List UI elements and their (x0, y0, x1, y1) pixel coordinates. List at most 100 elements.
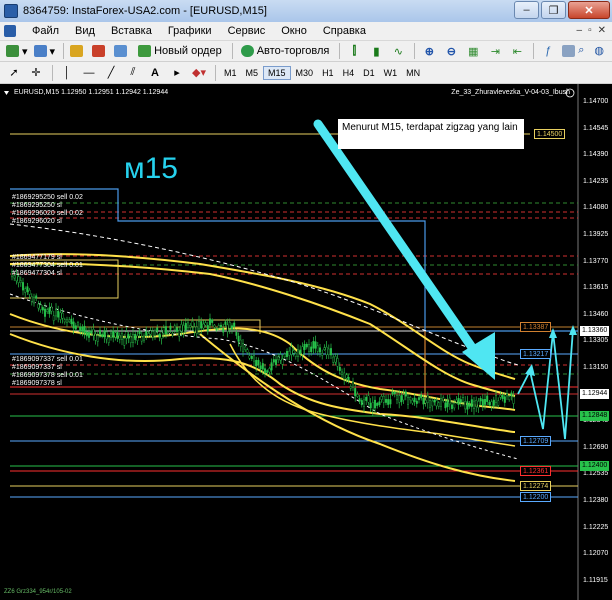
document-icon[interactable] (4, 25, 16, 37)
horizontal-line-button[interactable]: — (79, 64, 99, 82)
price-label-12361: 1.12361 (520, 466, 552, 476)
autotrading-icon (240, 45, 254, 57)
menu-window[interactable]: Окно (273, 25, 315, 37)
price-axis-label: 1.12690 (583, 443, 609, 451)
band-upper-inner (9, 262, 516, 397)
toolbar-separator (533, 43, 535, 59)
candle-body (378, 401, 381, 406)
candle-body (215, 328, 218, 331)
candle-body (422, 398, 425, 405)
candle-body (164, 326, 167, 335)
terminal-button[interactable] (112, 42, 132, 60)
candlestick-icon: ▮ (373, 45, 380, 58)
price-axis-label: 1.12380 (583, 497, 609, 504)
autoscroll-icon: ⇥ (490, 45, 500, 58)
candle-body (382, 395, 385, 403)
menu-view[interactable]: Вид (67, 25, 103, 37)
tf-m15[interactable]: M15 (263, 65, 291, 80)
candle-body (90, 330, 93, 334)
line-chart-icon: ∿ (393, 45, 403, 58)
tile-windows-button[interactable]: ▦ (463, 42, 483, 60)
autoscroll-button[interactable]: ⇥ (485, 42, 505, 60)
line-chart-button[interactable]: ∿ (388, 42, 408, 60)
candle-body (453, 402, 456, 409)
crosshair-button[interactable]: ✛ (26, 64, 46, 82)
candle-body (380, 396, 383, 400)
menu-file[interactable]: Файл (24, 25, 67, 37)
channel-button[interactable]: ⫽ (123, 64, 143, 82)
trendline-button[interactable]: ╱ (101, 64, 121, 82)
chart-dropdown-icon[interactable] (4, 91, 9, 95)
maximize-button[interactable]: ❐ (541, 1, 566, 19)
navigator-button[interactable] (90, 42, 110, 60)
candle-body (299, 349, 302, 354)
search-icon[interactable]: ⌕ (578, 44, 584, 57)
tf-m30[interactable]: M30 (292, 67, 318, 79)
candle-body (103, 330, 106, 338)
vertical-line-button[interactable]: │ (57, 64, 77, 82)
tf-h4[interactable]: H4 (339, 67, 359, 79)
candle-body (248, 355, 251, 359)
community-icon[interactable]: ◍ (594, 44, 604, 57)
candle-body (129, 336, 132, 343)
menu-insert[interactable]: Вставка (103, 25, 160, 37)
candle-body (448, 397, 451, 405)
candle-body (112, 330, 115, 338)
indicators-button[interactable]: ƒ (538, 42, 558, 60)
menu-charts[interactable]: Графики (160, 25, 220, 37)
price-label-13217: 1.13217 (520, 349, 552, 359)
chart-window[interactable]: EURUSD,M15 1.12950 1.12951 1.12942 1.129… (0, 84, 612, 600)
cursor-button[interactable]: ➚ (4, 64, 24, 82)
candlestick-button[interactable]: ▮ (366, 42, 386, 60)
candle-body (327, 348, 330, 355)
tf-m5[interactable]: M5 (242, 67, 263, 79)
tf-mn[interactable]: MN (402, 67, 424, 79)
candle-body (70, 318, 73, 325)
new-chart-button[interactable]: ▾ (4, 42, 30, 60)
candle-body (294, 353, 297, 357)
menu-tools[interactable]: Сервис (220, 25, 274, 37)
candle-body (334, 356, 337, 363)
candle-body (35, 295, 38, 299)
mdi-minimize-button[interactable]: – (577, 25, 583, 36)
projected-zigzag (517, 328, 574, 440)
candle-body (52, 315, 55, 321)
candle-body (149, 330, 152, 335)
minimize-button[interactable]: – (514, 1, 539, 19)
toolbar-separator (414, 43, 416, 59)
candle-body (429, 400, 432, 408)
candle-body (222, 328, 225, 333)
price-label-13360: 1.13360 (580, 326, 610, 336)
mdi-restore-button[interactable]: ▫ (588, 25, 592, 36)
menu-help[interactable]: Справка (315, 25, 374, 37)
candle-body (393, 391, 396, 395)
tf-h1[interactable]: H1 (318, 67, 338, 79)
mdi-close-button[interactable]: ✕ (598, 25, 606, 36)
new-order-button[interactable]: Новый ордер (134, 42, 226, 60)
chart-shift-button[interactable]: ⇤ (507, 42, 527, 60)
autotrading-button[interactable]: Авто-торговля (237, 42, 334, 60)
profiles-button[interactable]: ▾ (32, 42, 58, 60)
zoom-out-button[interactable]: ⊖ (441, 42, 461, 60)
label-tool-button[interactable]: ▸ (167, 64, 187, 82)
close-button[interactable]: ✕ (568, 1, 610, 19)
shapes-button[interactable]: ◆▾ (189, 64, 209, 82)
market-watch-button[interactable] (68, 42, 88, 60)
candle-body (459, 399, 462, 403)
candle-body (490, 401, 493, 407)
tf-d1[interactable]: D1 (359, 67, 379, 79)
candle-body (140, 336, 143, 342)
ma-dashed-1 (9, 223, 519, 366)
candle-body (501, 395, 504, 399)
candle-body (376, 402, 379, 406)
price-chart[interactable] (0, 84, 612, 600)
tf-m1[interactable]: M1 (220, 67, 241, 79)
text-tool-button[interactable]: A (145, 64, 165, 82)
zoom-in-button[interactable]: ⊕ (419, 42, 439, 60)
tf-w1[interactable]: W1 (380, 67, 402, 79)
terminal-icon (114, 45, 128, 57)
candle-body (341, 371, 344, 375)
candle-body (292, 350, 295, 354)
bar-chart-button[interactable]: ⫿ (344, 42, 364, 60)
candle-body (374, 399, 377, 409)
